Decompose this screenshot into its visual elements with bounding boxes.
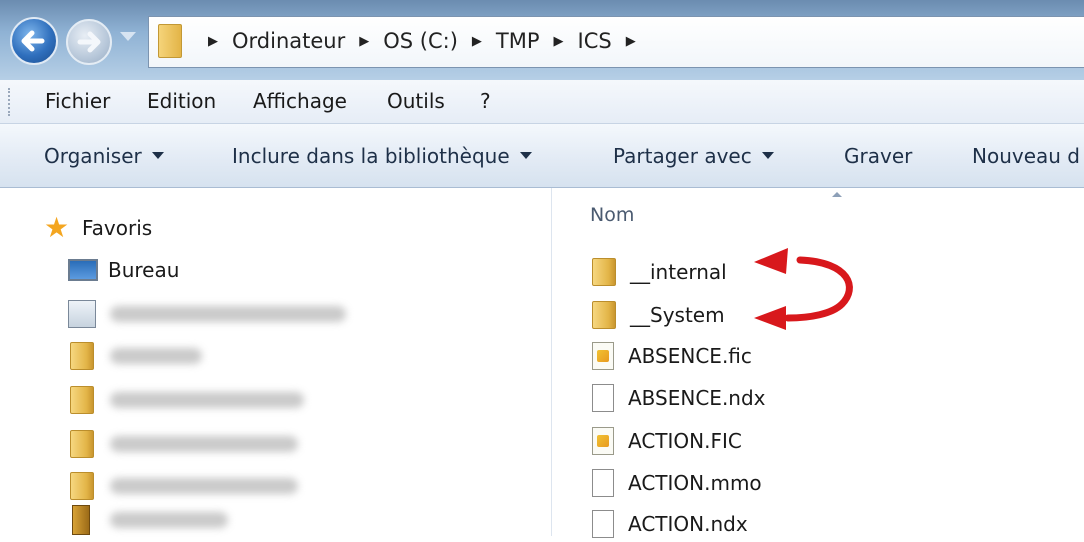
file-name: ABSENCE.ndx: [628, 386, 766, 410]
document-icon: [592, 510, 614, 538]
recent-pages-dropdown[interactable]: [120, 32, 136, 41]
document-icon: [592, 469, 614, 497]
blurred-label: [110, 392, 304, 408]
folder-icon: [70, 386, 94, 414]
blurred-label: [110, 348, 202, 364]
list-item[interactable]: ACTION.mmo: [592, 465, 762, 501]
blurred-label: [110, 478, 298, 494]
folder-icon: [158, 24, 182, 58]
file-name: __System: [630, 303, 725, 327]
forward-button[interactable]: [66, 19, 112, 65]
nav-item-folder[interactable]: [70, 340, 202, 372]
folder-icon: [70, 342, 94, 370]
nav-item-library[interactable]: [72, 504, 228, 536]
breadcrumb-tmp[interactable]: TMP: [494, 29, 542, 53]
navigation-pane: ★ Favoris Bureau: [0, 188, 552, 536]
breadcrumb: ▶ Ordinateur ▶ OS (C:) ▶ TMP ▶ ICS ▶: [196, 26, 648, 56]
chevron-right-icon[interactable]: ▶: [472, 34, 482, 49]
list-item[interactable]: ACTION.ndx: [592, 506, 748, 542]
data-file-icon: [592, 342, 614, 370]
new-folder-button[interactable]: Nouveau d: [972, 144, 1080, 168]
back-button[interactable]: [10, 17, 58, 65]
list-item[interactable]: ABSENCE.ndx: [592, 380, 766, 416]
command-bar: Organiser Inclure dans la bibliothèque P…: [0, 124, 1084, 188]
column-header-name[interactable]: Nom: [590, 204, 634, 226]
blurred-label: [110, 512, 228, 528]
nav-item-folder[interactable]: [70, 428, 298, 460]
nav-item-label: Favoris: [82, 216, 153, 240]
recent-places-icon: [68, 300, 96, 328]
library-icon: [72, 505, 90, 535]
file-name: ACTION.ndx: [628, 512, 748, 536]
list-item[interactable]: __internal: [592, 254, 727, 290]
document-icon: [592, 384, 614, 412]
data-file-icon: [592, 427, 614, 455]
include-library-label: Inclure dans la bibliothèque: [232, 144, 510, 168]
chevron-right-icon[interactable]: ▶: [208, 34, 218, 49]
list-item[interactable]: ABSENCE.fic: [592, 338, 752, 374]
include-library-button[interactable]: Inclure dans la bibliothèque: [232, 144, 532, 168]
sort-ascending-icon: [832, 192, 842, 197]
nav-item-recent-places[interactable]: [68, 298, 346, 330]
menu-fichier[interactable]: Fichier: [45, 89, 110, 113]
file-name: ACTION.mmo: [628, 471, 762, 495]
forward-arrow-icon: [77, 31, 101, 53]
chevron-down-icon: [761, 152, 774, 159]
nav-item-favorites[interactable]: ★ Favoris: [44, 212, 152, 244]
menu-edition[interactable]: Edition: [147, 89, 216, 113]
file-name: ACTION.FIC: [628, 429, 742, 453]
annotation-arrows: [754, 248, 853, 330]
folder-icon: [592, 258, 616, 286]
nav-item-folder[interactable]: [70, 384, 304, 416]
chevron-right-icon[interactable]: ▶: [554, 34, 564, 49]
organize-button[interactable]: Organiser: [44, 144, 164, 168]
back-arrow-icon: [21, 30, 45, 52]
blurred-label: [110, 306, 346, 322]
arrow-head-icon: [754, 248, 788, 274]
file-name: ABSENCE.fic: [628, 344, 752, 368]
folder-icon: [70, 430, 94, 458]
breadcrumb-ics[interactable]: ICS: [576, 29, 614, 53]
list-item[interactable]: ACTION.FIC: [592, 423, 742, 459]
menu-affichage[interactable]: Affichage: [253, 89, 347, 113]
chevron-down-icon: [519, 152, 532, 159]
list-item[interactable]: __System: [592, 297, 725, 333]
breadcrumb-os-c[interactable]: OS (C:): [381, 29, 460, 53]
chevron-down-icon: [151, 152, 164, 159]
share-with-label: Partager avec: [613, 144, 752, 168]
menu-outils[interactable]: Outils: [387, 89, 445, 113]
nav-item-folder[interactable]: [70, 470, 298, 502]
star-icon: ★: [44, 211, 70, 244]
organize-label: Organiser: [44, 144, 142, 168]
chevron-right-icon[interactable]: ▶: [626, 34, 636, 49]
nav-item-label: Bureau: [108, 258, 180, 282]
desktop-icon: [68, 259, 98, 281]
nav-item-desktop[interactable]: Bureau: [68, 254, 179, 286]
folder-icon: [592, 301, 616, 329]
toolbar-grip[interactable]: [8, 88, 14, 116]
blurred-label: [110, 436, 298, 452]
share-with-button[interactable]: Partager avec: [613, 144, 774, 168]
chevron-right-icon[interactable]: ▶: [359, 34, 369, 49]
folder-icon: [70, 472, 94, 500]
file-name: __internal: [630, 260, 727, 284]
breadcrumb-ordinateur[interactable]: Ordinateur: [230, 29, 347, 53]
arrow-head-icon: [754, 306, 786, 330]
menu-bar: Fichier Edition Affichage Outils ?: [0, 80, 1084, 124]
burn-button[interactable]: Graver: [844, 144, 912, 168]
menu-help[interactable]: ?: [480, 89, 491, 113]
